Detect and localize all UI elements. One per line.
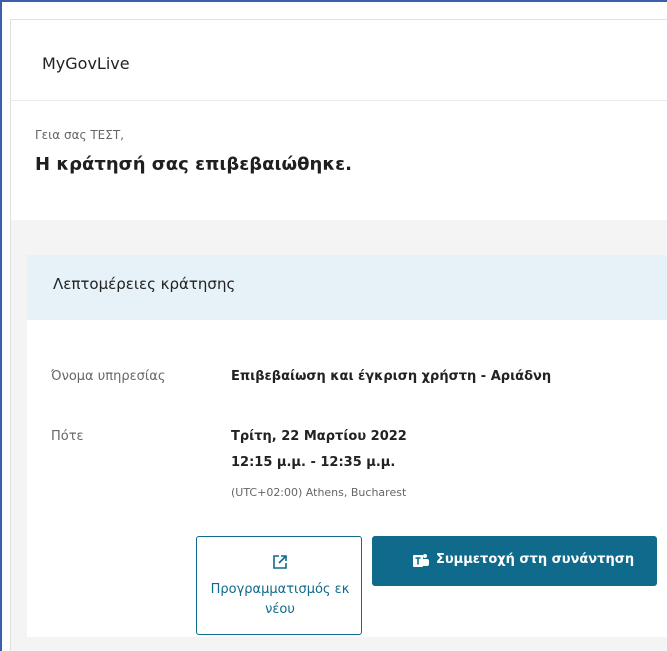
join-meeting-button[interactable]: Συμμετοχή στη συνάντηση <box>372 536 657 586</box>
when-label: Πότε <box>51 429 84 444</box>
reschedule-button[interactable]: Προγραμματισμός εκ νέου <box>196 536 362 635</box>
details-title: Λεπτομέρειες κράτησης <box>53 275 236 293</box>
teams-icon <box>413 554 429 567</box>
service-label: Όνομα υπηρεσίας <box>51 369 166 384</box>
app-window: MyGovLive Γεια σας ΤΕΣΤ, Η κράτησή σας ε… <box>0 0 667 651</box>
service-value: Επιβεβαίωση και έγκριση χρήστη - Αριάδνη <box>231 369 552 384</box>
when-date: Τρίτη, 22 Μαρτίου 2022 <box>231 429 407 444</box>
greeting-text: Γεια σας ΤΕΣΤ, <box>35 128 124 142</box>
brand-title: MyGovLive <box>42 54 130 73</box>
confirmation-title: Η κράτησή σας επιβεβαιώθηκε. <box>35 154 353 175</box>
booking-details-card: Λεπτομέρειες κράτησης Όνομα υπηρεσίας Επ… <box>27 255 667 637</box>
external-link-icon <box>273 555 287 569</box>
join-meeting-label: Συμμετοχή στη συνάντηση <box>436 552 635 567</box>
details-header: Λεπτομέρειες κράτησης <box>27 255 667 320</box>
greeting-card: MyGovLive Γεια σας ΤΕΣΤ, Η κράτησή σας ε… <box>11 20 667 220</box>
when-time: 12:15 μ.μ. - 12:35 μ.μ. <box>231 455 396 470</box>
header-divider <box>11 100 667 101</box>
when-timezone: (UTC+02:00) Athens, Bucharest <box>231 486 407 499</box>
reschedule-label: Προγραμματισμός εκ νέου <box>210 582 350 617</box>
email-body: MyGovLive Γεια σας ΤΕΣΤ, Η κράτησή σας ε… <box>10 19 667 651</box>
